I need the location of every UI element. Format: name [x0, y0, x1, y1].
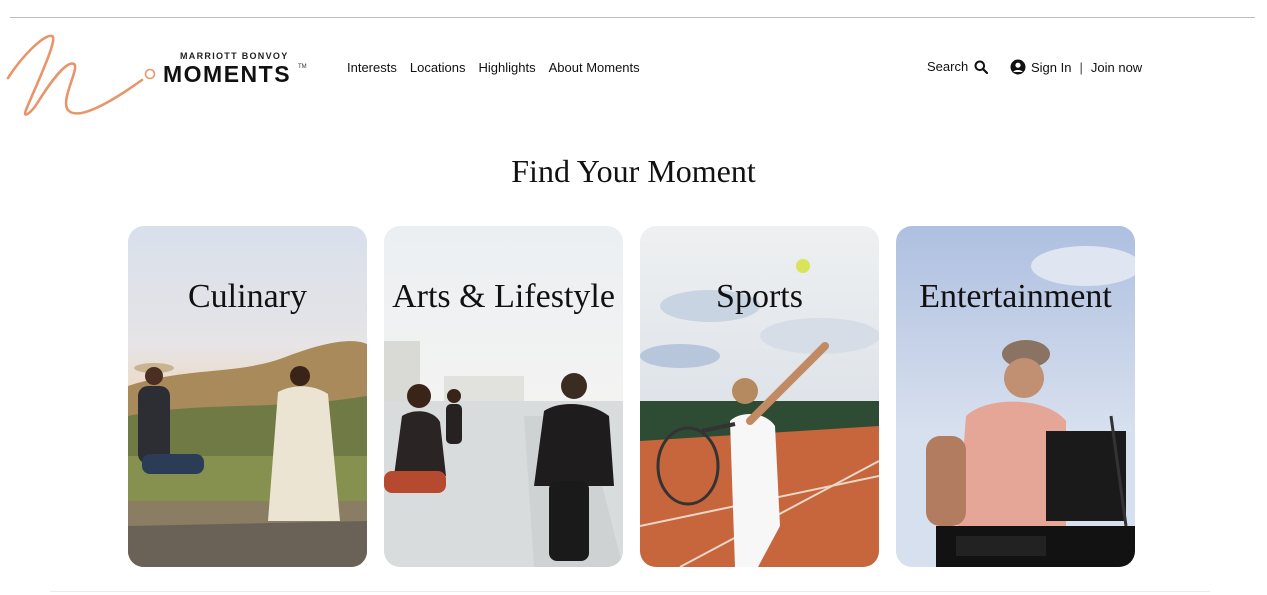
nav-about-moments[interactable]: About Moments [549, 60, 640, 75]
nav-highlights[interactable]: Highlights [479, 60, 536, 75]
header-divider [10, 17, 1255, 18]
user-icon [1010, 59, 1026, 75]
search-label: Search [927, 59, 969, 74]
nav-interests[interactable]: Interests [347, 60, 397, 75]
account-separator: | [1079, 59, 1083, 75]
sign-in-link[interactable]: Sign In [1031, 60, 1071, 75]
card-label-arts-lifestyle: Arts & Lifestyle [392, 278, 615, 315]
footer-divider [50, 591, 1210, 592]
search-icon [974, 60, 989, 74]
brand-moments[interactable]: MOMENTS [163, 61, 291, 87]
card-arts-lifestyle[interactable]: Arts & Lifestyle [384, 226, 623, 567]
card-label-sports: Sports [716, 278, 803, 315]
card-sports[interactable]: Sports [640, 226, 879, 567]
page-title: Find Your Moment [511, 153, 756, 189]
moments-logo-swirl[interactable] [4, 30, 164, 120]
card-label-entertainment: Entertainment [919, 278, 1112, 315]
join-now-link[interactable]: Join now [1091, 60, 1142, 75]
card-label-culinary: Culinary [188, 278, 307, 315]
search-button[interactable]: Search [927, 59, 989, 74]
nav-locations[interactable]: Locations [410, 60, 466, 75]
brand-marriott-bonvoy: MARRIOTT BONVOY [180, 51, 289, 61]
trademark: TM [298, 64, 307, 70]
main-nav: Interests Locations Highlights About Mom… [347, 60, 640, 75]
account-links: Sign In | Join now [1010, 59, 1142, 75]
card-entertainment[interactable]: Entertainment [896, 226, 1135, 567]
card-culinary[interactable]: Culinary [128, 226, 367, 567]
